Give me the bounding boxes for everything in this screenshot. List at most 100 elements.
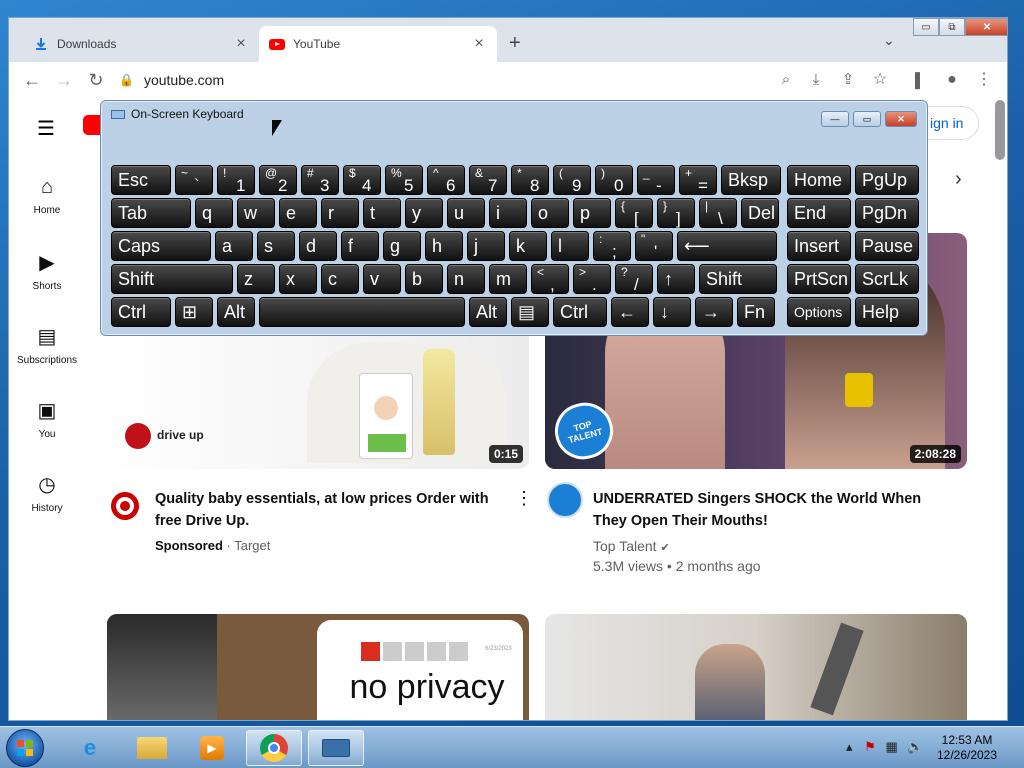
hamburger-menu-icon[interactable]: ☰	[37, 116, 55, 141]
key-m[interactable]: m	[489, 264, 527, 294]
clock[interactable]: 12:53 AM 12/26/2023	[932, 733, 1002, 763]
lock-icon[interactable]: 🔒	[119, 73, 134, 87]
key-space[interactable]	[259, 297, 465, 327]
key-4[interactable]: $4	[343, 165, 381, 195]
key--[interactable]: ⟵	[677, 231, 777, 261]
start-button[interactable]	[6, 729, 44, 767]
key-b[interactable]: b	[405, 264, 443, 294]
video-title[interactable]: UNDERRATED Singers SHOCK the World When	[593, 488, 921, 510]
key-6[interactable]: ^ 6	[427, 165, 465, 195]
key--[interactable]: <,	[531, 264, 569, 294]
sidebar-item-you[interactable]: ▣ You	[9, 398, 85, 440]
key--[interactable]: ~ `	[175, 165, 213, 195]
key-g[interactable]: g	[383, 231, 421, 261]
key--[interactable]: }]	[657, 198, 695, 228]
key-e[interactable]: e	[279, 198, 317, 228]
share-icon[interactable]: ⇪	[837, 70, 859, 90]
key-2[interactable]: @2	[259, 165, 297, 195]
explorer-icon[interactable]	[124, 730, 180, 766]
key--[interactable]: _ -	[637, 165, 675, 195]
sidebar-item-subscriptions[interactable]: ▤ Subscriptions	[9, 324, 85, 366]
restore-button[interactable]: ⧉	[939, 18, 965, 36]
key-j[interactable]: j	[467, 231, 505, 261]
key-y[interactable]: y	[405, 198, 443, 228]
page-scrollbar[interactable]	[995, 100, 1005, 160]
channel-avatar[interactable]	[111, 492, 139, 520]
key-p[interactable]: p	[573, 198, 611, 228]
key-ctrl[interactable]: Ctrl	[553, 297, 607, 327]
key-8[interactable]: * 8	[511, 165, 549, 195]
reload-icon[interactable]: ↻	[85, 70, 107, 90]
key-s[interactable]: s	[257, 231, 295, 261]
profile-avatar-icon[interactable]: ●	[941, 70, 963, 90]
action-center-icon[interactable]: ⚑	[864, 739, 876, 754]
media-player-icon[interactable]: ▶	[184, 730, 240, 766]
key-q[interactable]: q	[195, 198, 233, 228]
key--[interactable]: ? /	[615, 264, 653, 294]
ie-icon[interactable]: e	[62, 730, 118, 766]
osk-maximize-button[interactable]: ▭	[853, 111, 881, 127]
key--[interactable]: ↑	[657, 264, 695, 294]
osk-icon[interactable]	[308, 730, 364, 766]
search-icon[interactable]: ⌕	[775, 70, 797, 90]
key--[interactable]: ▤	[511, 297, 549, 327]
key--[interactable]: + =	[679, 165, 717, 195]
key-h[interactable]: h	[425, 231, 463, 261]
tab-downloads[interactable]: Downloads ×	[23, 26, 259, 62]
video-thumbnail[interactable]: 6/23/2023 no privacy	[107, 614, 529, 720]
key-insert[interactable]: Insert	[787, 231, 851, 261]
key-z[interactable]: z	[237, 264, 275, 294]
key-shift[interactable]: Shift	[111, 264, 233, 294]
key-pgup[interactable]: PgUp	[855, 165, 919, 195]
key-f[interactable]: f	[341, 231, 379, 261]
key-fn[interactable]: Fn	[737, 297, 775, 327]
new-tab-button[interactable]: +	[509, 32, 521, 55]
key-1[interactable]: ! 1	[217, 165, 255, 195]
bookmark-star-icon[interactable]: ☆	[869, 70, 891, 90]
osk-close-button[interactable]: ✕	[885, 111, 917, 127]
key-alt[interactable]: Alt	[217, 297, 255, 327]
key-pause[interactable]: Pause	[855, 231, 919, 261]
sidebar-item-shorts[interactable]: ▶ Shorts	[9, 250, 85, 292]
key-shift[interactable]: Shift	[699, 264, 777, 294]
key-esc[interactable]: Esc	[111, 165, 171, 195]
close-window-button[interactable]: ✕	[965, 18, 1007, 36]
key--[interactable]: >.	[573, 264, 611, 294]
key--[interactable]: →	[695, 297, 733, 327]
key-k[interactable]: k	[509, 231, 547, 261]
key-tab[interactable]: Tab	[111, 198, 191, 228]
key-l[interactable]: l	[551, 231, 589, 261]
osk-minimize-button[interactable]: —	[821, 111, 849, 127]
key--[interactable]: ⊞	[175, 297, 213, 327]
key-w[interactable]: w	[237, 198, 275, 228]
key--[interactable]: :;	[593, 231, 631, 261]
chevron-right-icon[interactable]: ›	[955, 168, 962, 191]
key-home[interactable]: Home	[787, 165, 851, 195]
key-9[interactable]: (9	[553, 165, 591, 195]
key--[interactable]: | \	[699, 198, 737, 228]
back-arrow-icon[interactable]: ←	[21, 70, 43, 90]
key-i[interactable]: i	[489, 198, 527, 228]
minimize-button[interactable]: ▭	[913, 18, 939, 36]
key-d[interactable]: d	[299, 231, 337, 261]
key-u[interactable]: u	[447, 198, 485, 228]
sidebar-item-home[interactable]: ⌂ Home	[9, 176, 85, 216]
video-title-line2[interactable]: free Drive Up.	[155, 510, 249, 532]
more-options-icon[interactable]: ⋮	[515, 488, 533, 509]
volume-icon[interactable]: 🔈	[907, 739, 923, 754]
key-alt[interactable]: Alt	[469, 297, 507, 327]
tab-youtube[interactable]: YouTube ×	[259, 26, 497, 62]
video-thumbnail[interactable]	[545, 614, 967, 720]
key-prtscn[interactable]: PrtScn	[787, 264, 851, 294]
show-hidden-icons-icon[interactable]: ▴	[846, 739, 853, 754]
key-t[interactable]: t	[363, 198, 401, 228]
channel-name[interactable]: · Target	[227, 538, 271, 553]
key-pgdn[interactable]: PgDn	[855, 198, 919, 228]
key-a[interactable]: a	[215, 231, 253, 261]
tab-search-chevron-icon[interactable]: ⌄	[883, 32, 895, 49]
channel-name[interactable]: Top Talent	[593, 538, 657, 554]
key-ctrl[interactable]: Ctrl	[111, 297, 171, 327]
key-caps[interactable]: Caps	[111, 231, 211, 261]
key-c[interactable]: c	[321, 264, 359, 294]
key--[interactable]: ↓	[653, 297, 691, 327]
